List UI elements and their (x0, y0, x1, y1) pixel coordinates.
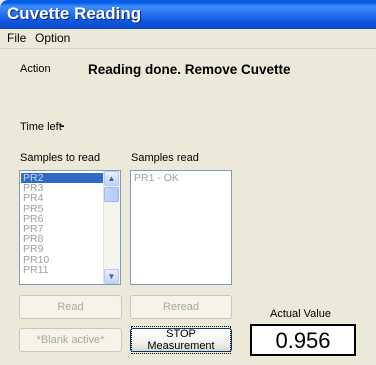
action-label: Action (20, 63, 51, 75)
list-item[interactable]: PR1 - OK (132, 173, 230, 184)
stop-measurement-label: STOP Measurement (131, 326, 231, 354)
samples-read-label: Samples read (131, 152, 199, 164)
list-item[interactable]: PR9 (21, 244, 103, 255)
actual-value-display: 0.956 (250, 324, 356, 356)
samples-read-list[interactable]: PR1 - OK (130, 170, 232, 285)
read-button[interactable]: Read (19, 295, 122, 319)
samples-scrollbar[interactable]: ▲ ▼ (103, 171, 120, 284)
window-title: Cuvette Reading (7, 4, 142, 23)
stop-measurement-button[interactable]: STOP Measurement (130, 326, 232, 354)
actual-value-label: Actual Value (270, 308, 331, 320)
title-bar[interactable]: Cuvette Reading (0, 0, 376, 29)
scroll-thumb[interactable] (104, 187, 119, 202)
samples-to-read-label: Samples to read (20, 152, 101, 164)
list-item[interactable]: PR11 (21, 264, 103, 275)
blank-active-button[interactable]: *Blank active* (19, 328, 122, 352)
time-left-label: Time left (20, 121, 62, 133)
samples-to-read-list[interactable]: PR2 PR3 PR4 PR5 PR6 PR7 PR8 PR9 PR10 PR1… (19, 170, 121, 285)
scroll-down-icon[interactable]: ▼ (104, 269, 119, 284)
reread-button[interactable]: Reread (130, 295, 232, 319)
menu-bar: File Option (0, 29, 376, 49)
menu-option[interactable]: Option (35, 31, 70, 45)
time-left-value: - (60, 118, 65, 133)
scroll-up-icon[interactable]: ▲ (104, 171, 119, 186)
menu-file[interactable]: File (7, 31, 26, 45)
action-status: Reading done. Remove Cuvette (88, 62, 291, 77)
